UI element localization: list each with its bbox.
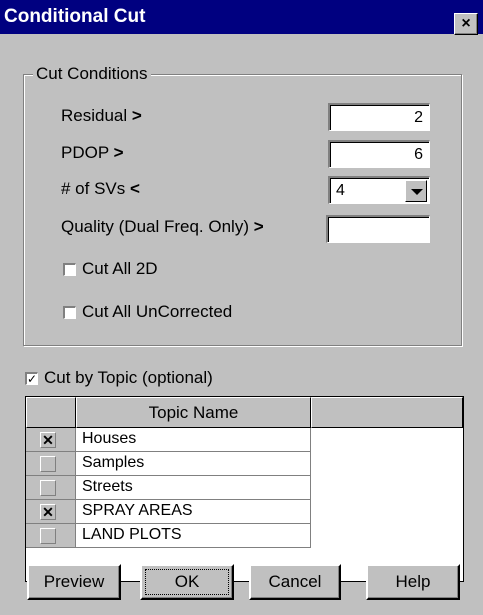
row-checkbox[interactable] (40, 528, 56, 544)
row-checkbox[interactable]: ✕ (40, 504, 56, 520)
pdop-label: PDOP > (61, 143, 124, 162)
topic-name: Samples (82, 454, 145, 471)
cut-all-2d-checkbox[interactable] (63, 263, 76, 276)
row-selector[interactable] (26, 524, 76, 548)
topic-name: LAND PLOTS (82, 526, 182, 543)
conditional-cut-dialog: Conditional Cut × Cut Conditions Residua… (0, 0, 483, 615)
topic-name: Streets (82, 478, 133, 495)
svs-dropdown-button[interactable] (405, 180, 427, 202)
svs-label: # of SVs < (61, 179, 140, 198)
help-button[interactable]: Help (366, 564, 460, 600)
residual-field[interactable]: 2 (328, 103, 430, 131)
table-row[interactable]: SPRAY AREAS (76, 500, 311, 524)
row-selector[interactable]: ✕ (26, 428, 76, 452)
row-selector[interactable] (26, 476, 76, 500)
row-selector[interactable] (26, 452, 76, 476)
title-bar: Conditional Cut × (0, 0, 483, 35)
cut-all-uncorrected-checkbox[interactable] (63, 306, 76, 319)
group-title: Cut Conditions (33, 64, 151, 84)
chevron-down-icon (411, 189, 423, 195)
row-selector[interactable]: ✕ (26, 500, 76, 524)
svs-value: 4 (336, 182, 345, 199)
preview-button[interactable]: Preview (27, 564, 121, 600)
ok-button[interactable]: OK (140, 564, 234, 600)
cut-by-topic-checkbox[interactable]: ✓ (25, 372, 38, 385)
grid-corner (26, 397, 76, 428)
row-checkbox[interactable] (40, 480, 56, 496)
quality-label: Quality (Dual Freq. Only) > (61, 217, 264, 236)
check-icon: ✓ (27, 372, 38, 386)
topic-grid[interactable]: Topic Name ✕ Houses Samples Streets ✕ SP… (25, 396, 464, 582)
topic-name: Houses (82, 430, 137, 447)
close-button[interactable]: × (454, 13, 478, 35)
pdop-field[interactable]: 6 (328, 140, 430, 168)
table-row[interactable]: Streets (76, 476, 311, 500)
topic-name: SPRAY AREAS (82, 502, 193, 519)
grid-header-empty (311, 397, 463, 428)
row-checkbox[interactable] (40, 456, 56, 472)
table-row[interactable]: Samples (76, 452, 311, 476)
topic-name-header[interactable]: Topic Name (76, 397, 311, 428)
cut-all-2d-label: Cut All 2D (82, 259, 158, 278)
table-row[interactable]: Houses (76, 428, 311, 452)
svs-select[interactable]: 4 (328, 176, 430, 204)
table-row[interactable]: LAND PLOTS (76, 524, 311, 548)
quality-field[interactable] (326, 215, 430, 243)
row-checkbox[interactable]: ✕ (40, 432, 56, 448)
residual-label: Residual > (61, 106, 142, 125)
cancel-button[interactable]: Cancel (249, 564, 341, 600)
cut-by-topic-label: Cut by Topic (optional) (44, 368, 213, 387)
close-icon: × (461, 15, 471, 32)
window-title: Conditional Cut (4, 6, 146, 27)
cut-all-uncorrected-label: Cut All UnCorrected (82, 302, 233, 321)
